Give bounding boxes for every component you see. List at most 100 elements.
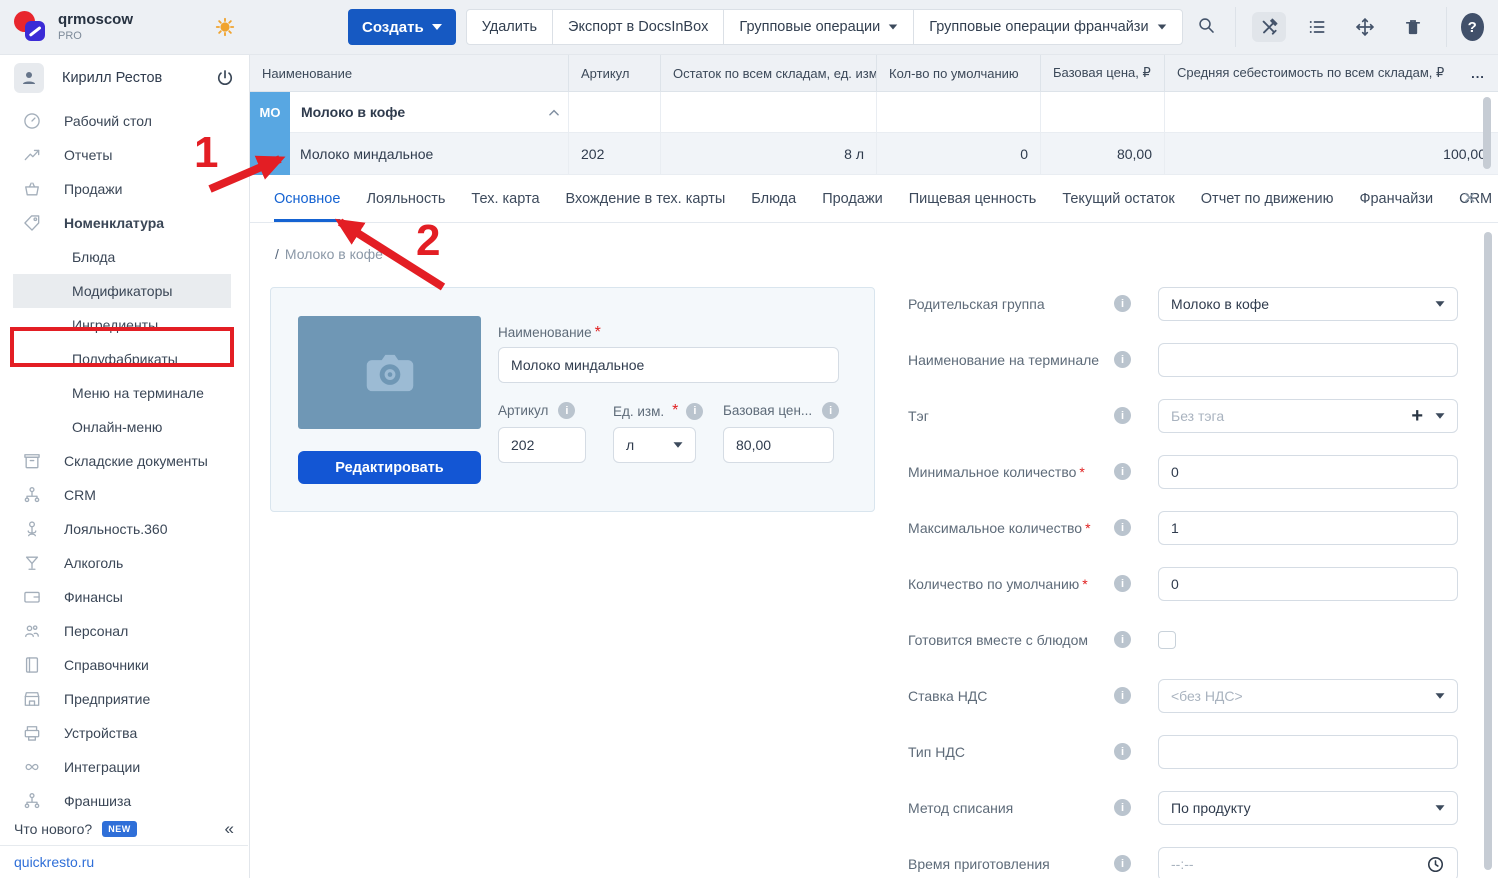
group-name-cell[interactable]: Молоко в кофе	[250, 92, 568, 132]
sidebar-item-модификаторы[interactable]: Модификаторы	[0, 274, 249, 308]
column-header[interactable]: Артикул	[568, 55, 660, 91]
info-icon[interactable]: i	[1114, 631, 1131, 648]
info-icon[interactable]: i	[822, 402, 839, 419]
create-button[interactable]: Создать	[348, 9, 456, 45]
table-scrollbar[interactable]	[1483, 97, 1491, 169]
info-icon[interactable]: i	[1114, 687, 1131, 704]
row-cell[interactable]: 100,00	[1164, 133, 1498, 174]
sidebar-item-меню-на-терминале[interactable]: Меню на терминале	[0, 376, 249, 410]
tab-лояльность[interactable]: Лояльность	[366, 175, 445, 222]
move-icon[interactable]	[1348, 12, 1382, 42]
tools-icon[interactable]	[1252, 12, 1286, 42]
logout-power-icon[interactable]	[215, 68, 235, 88]
sidebar-item-продажи[interactable]: Продажи	[0, 172, 249, 206]
add-tag-icon[interactable]: +	[1411, 405, 1423, 428]
row-cell[interactable]: 202	[568, 133, 660, 174]
table-row-selected[interactable]: Молоко миндальное2028 л080,00100,00	[250, 133, 1498, 175]
sidebar-item-ингредиенты[interactable]: Ингредиенты	[0, 308, 249, 342]
input-field[interactable]: 0	[1158, 567, 1458, 601]
site-link[interactable]: quickresto.ru	[0, 846, 108, 878]
tab-блюда[interactable]: Блюда	[751, 175, 796, 222]
theme-sun-icon[interactable]	[214, 16, 236, 38]
tab-продажи[interactable]: Продажи	[822, 175, 883, 222]
sku-input[interactable]: 202	[498, 427, 586, 463]
info-icon[interactable]: i	[558, 402, 575, 419]
select-field[interactable]: <без НДС>	[1158, 679, 1458, 713]
column-header[interactable]: Остаток по всем складам, ед. изм.	[660, 55, 876, 91]
chevron-up-icon[interactable]	[547, 106, 561, 120]
tab-основное[interactable]: Основное	[274, 175, 340, 222]
row-cell[interactable]: Молоко миндальное	[250, 133, 568, 174]
sidebar-item-номенклатура[interactable]: Номенклатура	[0, 206, 249, 240]
row-cell[interactable]: 0	[876, 133, 1040, 174]
sidebar-item-лояльность.360[interactable]: Лояльность.360	[0, 512, 249, 546]
trash-icon[interactable]	[1396, 12, 1430, 42]
sidebar-item-рабочий-стол[interactable]: Рабочий стол	[0, 104, 249, 138]
row-cell[interactable]: 80,00	[1040, 133, 1164, 174]
toolbar-button[interactable]: Групповые операции	[723, 9, 914, 45]
sidebar-item-блюда[interactable]: Блюда	[0, 240, 249, 274]
info-icon[interactable]: i	[1114, 799, 1131, 816]
input-field[interactable]	[1158, 735, 1458, 769]
column-header[interactable]: Наименование	[250, 55, 568, 91]
time-field[interactable]: --:--	[1158, 847, 1458, 878]
toolbar-button[interactable]: Групповые операции франчайзи	[913, 9, 1182, 45]
info-icon[interactable]: i	[1114, 407, 1131, 424]
select-field[interactable]: По продукту	[1158, 791, 1458, 825]
sidebar-item-складские-документы[interactable]: Складские документы	[0, 444, 249, 478]
column-header[interactable]: Средняя себестоимость по всем складам, ₽	[1164, 55, 1458, 91]
sidebar-item-интеграции[interactable]: Интеграции	[0, 750, 249, 784]
tab-отчет-по-движению[interactable]: Отчет по движению	[1201, 175, 1334, 222]
sidebar-item-полуфабрикаты[interactable]: Полуфабрикаты	[0, 342, 249, 376]
list-view-icon[interactable]	[1300, 12, 1334, 42]
search-icon[interactable]	[1197, 16, 1215, 38]
help-icon[interactable]: ?	[1461, 13, 1484, 41]
toolbar-button[interactable]: Экспорт в DocsInBox	[552, 9, 724, 45]
sidebar-item-crm[interactable]: CRM	[0, 478, 249, 512]
tab-франчайзи[interactable]: Франчайзи	[1359, 175, 1433, 222]
chevron-down-icon[interactable]	[1436, 413, 1445, 418]
input-field[interactable]: 1	[1158, 511, 1458, 545]
toolbar-button[interactable]: Удалить	[466, 9, 553, 45]
row-cell[interactable]: 8 л	[660, 133, 876, 174]
input-field[interactable]	[1158, 343, 1458, 377]
collapse-sidebar-icon[interactable]: «	[225, 819, 234, 839]
edit-photo-button[interactable]: Редактировать	[298, 451, 481, 484]
info-icon[interactable]: i	[1114, 463, 1131, 480]
user-avatar[interactable]	[14, 63, 44, 93]
column-header[interactable]: Кол-во по умолчанию	[876, 55, 1040, 91]
info-icon[interactable]: i	[686, 403, 703, 420]
sidebar-item-персонал[interactable]: Персонал	[0, 614, 249, 648]
checkbox[interactable]	[1158, 631, 1176, 649]
tag-field[interactable]: Без тэга+	[1158, 399, 1458, 433]
photo-placeholder[interactable]	[298, 316, 481, 429]
sidebar-item-отчеты[interactable]: Отчеты	[0, 138, 249, 172]
table-row-group[interactable]: МО Молоко в кофе	[250, 92, 1498, 133]
sidebar-item-финансы[interactable]: Финансы	[0, 580, 249, 614]
tab-тех.-карта[interactable]: Тех. карта	[471, 175, 539, 222]
columns-more-button[interactable]: ...	[1458, 55, 1498, 91]
sidebar-item-устройства[interactable]: Устройства	[0, 716, 249, 750]
sidebar-item-справочники[interactable]: Справочники	[0, 648, 249, 682]
info-icon[interactable]: i	[1114, 743, 1131, 760]
sidebar-item-онлайн-меню[interactable]: Онлайн-меню	[0, 410, 249, 444]
info-icon[interactable]: i	[1114, 351, 1131, 368]
select-field[interactable]: Молоко в кофе	[1158, 287, 1458, 321]
info-icon[interactable]: i	[1114, 575, 1131, 592]
detail-scrollbar[interactable]	[1484, 232, 1492, 870]
unit-select[interactable]: л	[613, 427, 696, 463]
info-icon[interactable]: i	[1114, 295, 1131, 312]
base-price-input[interactable]: 80,00	[723, 427, 834, 463]
tab-вхождение-в-тех.-карты[interactable]: Вхождение в тех. карты	[566, 175, 726, 222]
tab-текущий-остаток[interactable]: Текущий остаток	[1062, 175, 1174, 222]
sidebar-item-предприятие[interactable]: Предприятие	[0, 682, 249, 716]
tab-пищевая-ценность[interactable]: Пищевая ценность	[909, 175, 1037, 222]
whats-new-row[interactable]: Что нового? NEW «	[0, 812, 248, 846]
name-input[interactable]: Молоко миндальное	[498, 347, 839, 383]
info-icon[interactable]: i	[1114, 519, 1131, 536]
info-icon[interactable]: i	[1114, 855, 1131, 872]
input-field[interactable]: 0	[1158, 455, 1458, 489]
clock-icon[interactable]	[1426, 855, 1445, 874]
column-header[interactable]: Базовая цена, ₽	[1040, 55, 1164, 91]
close-icon[interactable]: ×	[1463, 187, 1476, 209]
